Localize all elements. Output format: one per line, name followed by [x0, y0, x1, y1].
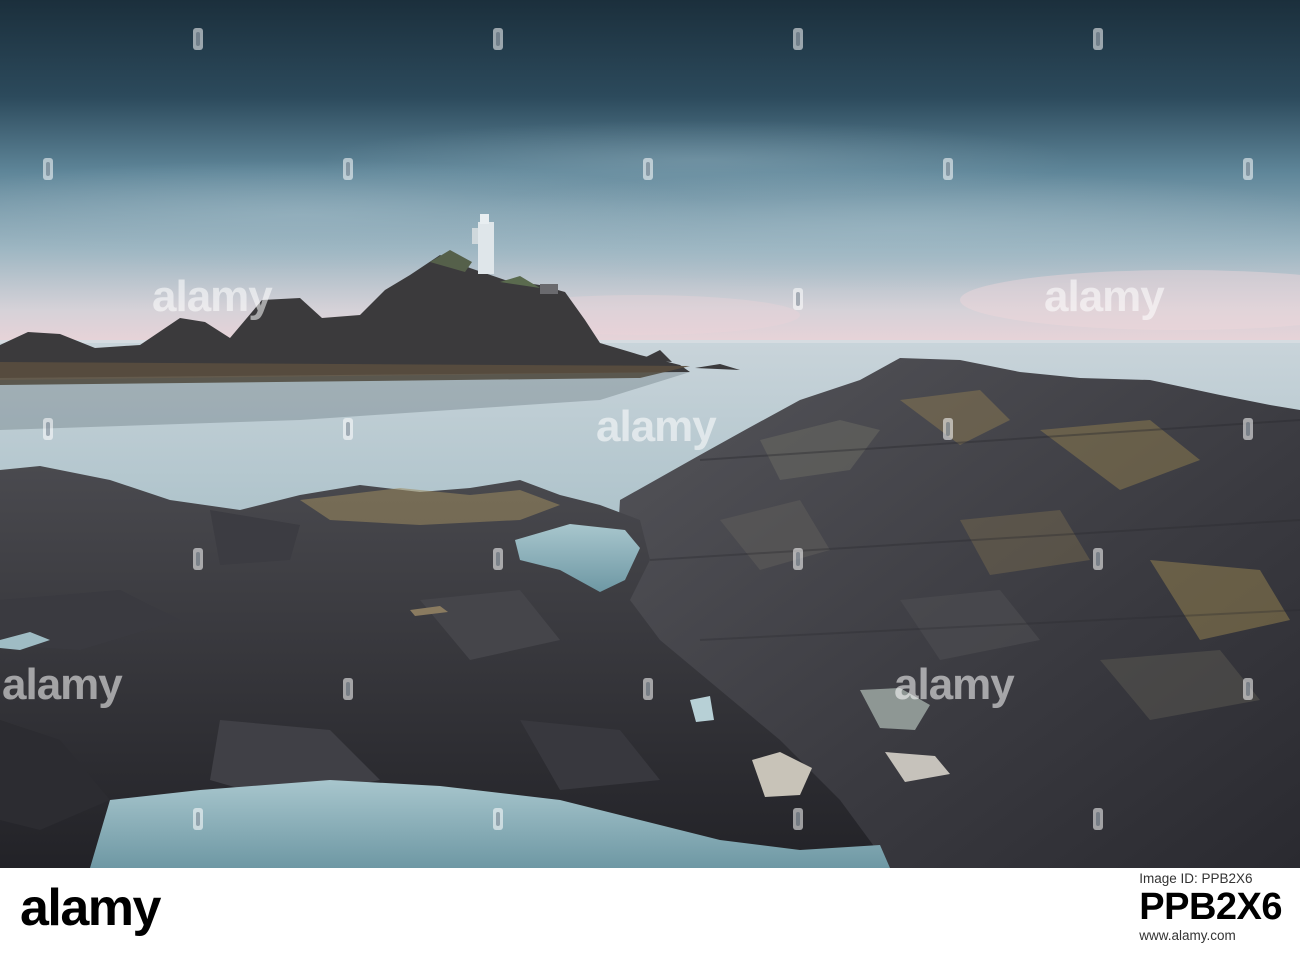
- footer-bar: alamy Image ID: PPB2X6 PPB2X6 www.alamy.…: [0, 868, 1300, 956]
- lighthouse: [478, 222, 494, 274]
- footer-logo: alamy: [20, 879, 161, 937]
- footer-info: Image ID: PPB2X6 PPB2X6 www.alamy.com: [1139, 871, 1282, 943]
- website-url: www.alamy.com: [1139, 927, 1236, 943]
- image-id-caption: Image ID: PPB2X6: [1139, 871, 1253, 886]
- landscape-photo: alamy alamy alamy alamy alamy: [0, 0, 1300, 868]
- image-stage: alamy alamy alamy alamy alamy alamy Imag…: [0, 0, 1300, 956]
- image-id: PPB2X6: [1139, 885, 1282, 928]
